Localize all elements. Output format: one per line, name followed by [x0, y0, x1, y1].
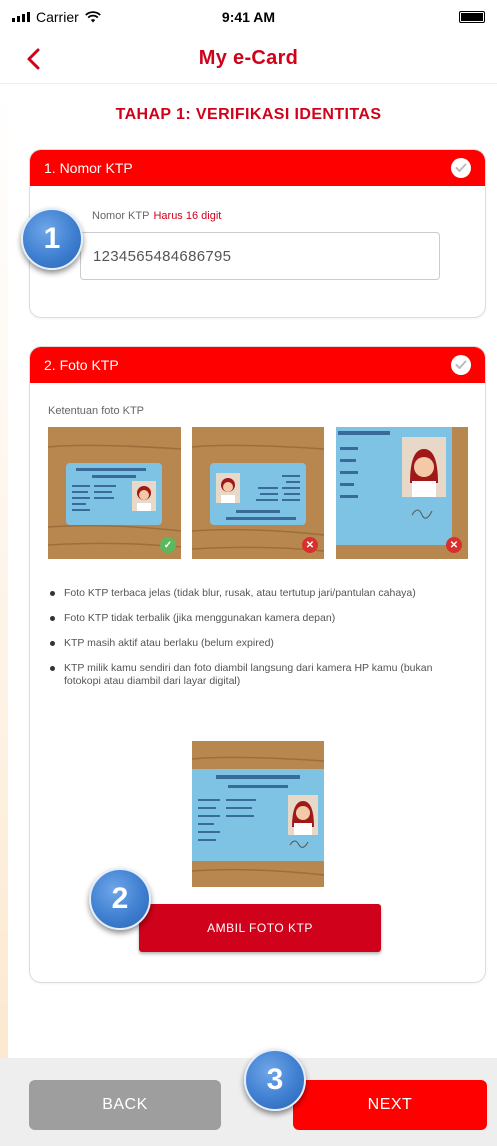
ktp-number-card: 1. Nomor KTP Nomor KTP Harus 16 digit [29, 149, 486, 318]
status-bar: Carrier 9:41 AM [0, 0, 497, 34]
check-circle-icon [451, 158, 471, 178]
rules-title: Ketentuan foto KTP [48, 405, 145, 417]
ktp-photo-card-header[interactable]: 2. Foto KTP [30, 347, 485, 383]
background-accent [0, 84, 8, 1064]
step-title: TAHAP 1: VERIFIKASI IDENTITAS [115, 106, 382, 123]
ktp-number-card-title: 1. Nomor KTP [44, 160, 133, 176]
rules-list: Foto KTP terbaca jelas (tidak blur, rusa… [48, 587, 468, 700]
chevron-left-icon[interactable] [22, 46, 48, 72]
rule-item: KTP milik kamu sendiri dan foto diambil … [48, 662, 468, 688]
status-time: 9:41 AM [221, 9, 276, 25]
ktp-number-input[interactable] [80, 232, 440, 280]
battery-icon [459, 11, 485, 23]
rule-item: Foto KTP tidak terbalik (jika menggunaka… [48, 612, 468, 625]
ktp-number-label: Nomor KTP Harus 16 digit [92, 210, 221, 222]
next-button[interactable]: NEXT [293, 1080, 487, 1130]
ktp-number-hint: Harus 16 digit [153, 210, 222, 222]
ktp-example-photo-valid: ✓ [48, 427, 181, 559]
step-badge-1: 1 [21, 208, 83, 270]
check-circle-icon [451, 355, 471, 375]
wifi-icon [84, 11, 101, 23]
ktp-sample-photo [192, 741, 324, 887]
rule-item: Foto KTP terbaca jelas (tidak blur, rusa… [48, 587, 468, 600]
ktp-number-label-text: Nomor KTP [92, 210, 150, 222]
nav-bar: My e-Card [0, 34, 497, 84]
x-circle-icon: ✕ [446, 537, 462, 553]
carrier-label: Carrier [36, 9, 79, 25]
ktp-number-card-header[interactable]: 1. Nomor KTP [30, 150, 485, 186]
status-left: Carrier [12, 9, 101, 25]
check-circle-icon: ✓ [160, 537, 176, 553]
take-ktp-photo-button[interactable]: AMBIL FOTO KTP [139, 904, 381, 952]
rule-item: KTP masih aktif atau berlaku (belum expi… [48, 637, 468, 650]
back-button[interactable]: BACK [29, 1080, 221, 1130]
ktp-photo-card-title: 2. Foto KTP [44, 357, 119, 373]
signal-bars-icon [12, 12, 30, 22]
ktp-example-photo-invalid-1: ✕ [192, 427, 324, 559]
step-badge-3: 3 [244, 1049, 306, 1111]
page-title: My e-Card [198, 47, 299, 69]
x-circle-icon: ✕ [302, 537, 318, 553]
ktp-example-photo-invalid-2: ✕ [336, 427, 468, 559]
step-badge-2: 2 [89, 868, 151, 930]
